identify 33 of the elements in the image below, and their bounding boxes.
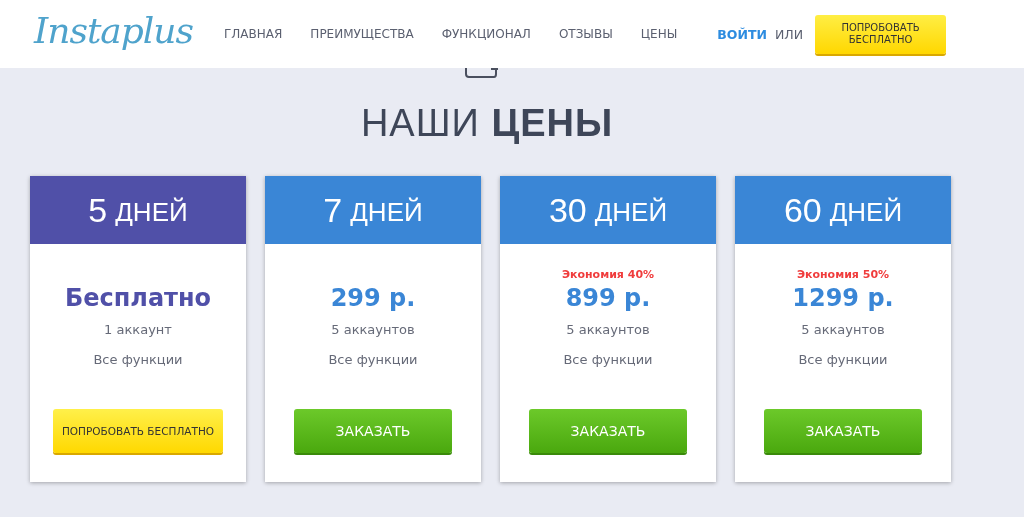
accounts-text: 5 аккаунтов [566,322,650,337]
section-title: НАШИ ЦЕНЫ [359,102,615,145]
accounts-text: 1 аккаунт [104,322,172,337]
nav-link[interactable]: ОТЗЫВЫ [558,27,613,41]
days-number: 5 [88,190,108,230]
nav-link[interactable]: ПРЕИМУЩЕСТВА [310,27,414,41]
days-unit: ДНЕЙ [350,196,423,228]
nav-link[interactable]: ЦЕНЫ [640,27,678,41]
nav-link[interactable]: ГЛАВНАЯ [224,27,283,41]
features-text: Все функции [798,352,888,367]
days-unit: ДНЕЙ [594,196,668,228]
price: 899 р. [565,284,651,312]
days-number: 60 [783,190,822,230]
days-number: 7 [323,190,343,230]
nav-link[interactable]: ФУНКЦИОНАЛ [441,27,531,41]
saving-label: Экономия 40% [561,268,655,281]
price: 299 р. [330,284,416,312]
saving-label: Экономия 50% [796,268,890,281]
accounts-text: 5 аккаунтов [801,322,885,337]
price: Бесплатно [64,284,212,312]
features-text: Все функции [93,352,183,367]
days-number: 30 [548,190,587,230]
price: 1299 р. [792,284,894,312]
days-unit: ДНЕЙ [829,196,903,228]
days-unit: ДНЕЙ [115,196,188,228]
login-link[interactable]: ВОЙТИ [717,26,767,42]
or-text: ИЛИ [774,26,803,42]
wallet-icon [464,68,498,80]
try-free-button[interactable]: ПОПРОБОВАТЬ БЕСПЛАТНО [53,409,223,453]
features-text: Все функции [328,352,418,367]
try-free-button[interactable]: ПОПРОБОВАТЬ БЕСПЛАТНО [815,14,946,54]
accounts-text: 5 аккаунтов [331,322,415,337]
features-text: Все функции [563,352,653,367]
